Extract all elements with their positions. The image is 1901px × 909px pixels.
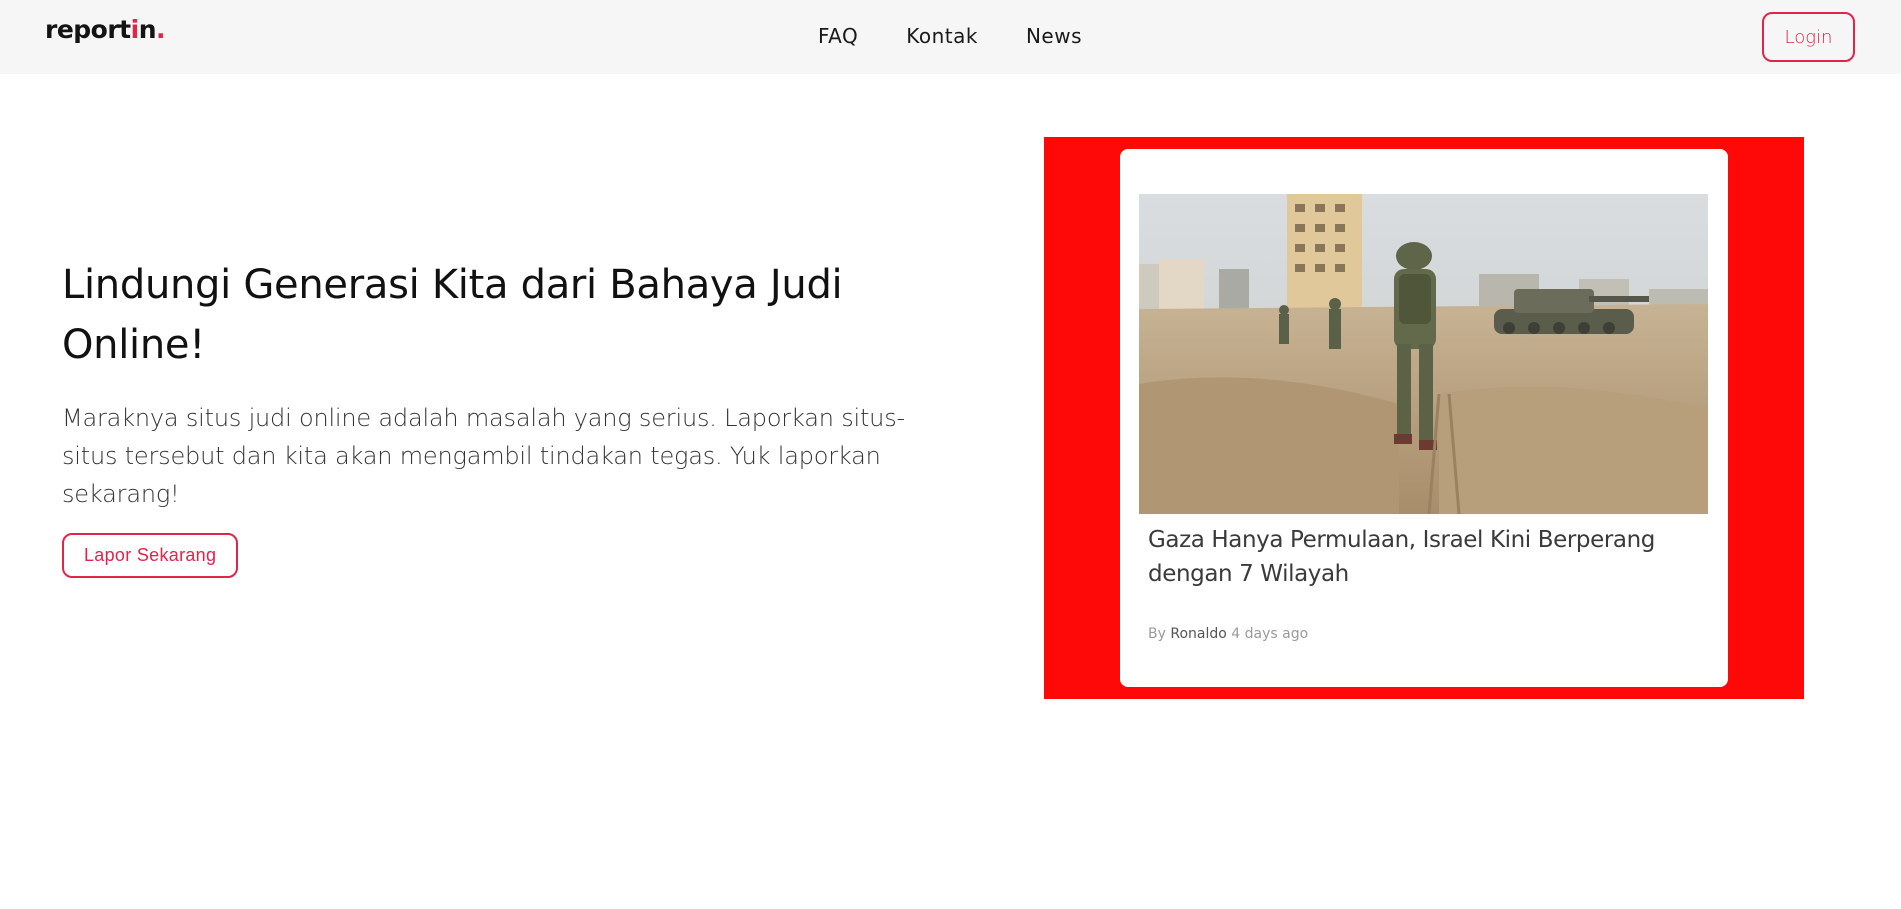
news-photo-soldiers-icon[interactable] xyxy=(1139,194,1708,514)
logo-dot: . xyxy=(156,15,166,44)
logo-text-n: n xyxy=(138,15,157,44)
site-logo[interactable]: reportin. xyxy=(45,15,166,44)
nav-link-news[interactable]: News xyxy=(1026,24,1082,50)
news-author[interactable]: Ronaldo xyxy=(1170,626,1226,642)
news-by-label: By xyxy=(1148,626,1166,642)
hero-description: Maraknya situs judi online adalah masala… xyxy=(62,404,905,508)
nav-link-faq[interactable]: FAQ xyxy=(818,24,858,50)
logo-text-report: report xyxy=(45,15,131,44)
report-now-button[interactable]: Lapor Sekarang xyxy=(62,533,239,578)
nav-link-kontak[interactable]: Kontak xyxy=(906,24,978,50)
news-panel: Gaza Hanya Permulaan, Israel Kini Berper… xyxy=(1044,137,1804,699)
logo-text-i: i xyxy=(130,15,140,44)
news-meta: By Ronaldo 4 days ago xyxy=(1148,626,1308,642)
login-button[interactable]: Login xyxy=(1762,12,1855,62)
news-title[interactable]: Gaza Hanya Permulaan, Israel Kini Berper… xyxy=(1148,523,1708,591)
hero-title: Lindungi Generasi Kita dari Bahaya Judi … xyxy=(62,262,843,368)
hero-section: Lindungi Generasi Kita dari Bahaya Judi … xyxy=(62,255,942,578)
navbar: reportin. FAQ Kontak News Login xyxy=(0,0,1901,74)
news-time-ago: 4 days ago xyxy=(1231,626,1309,642)
news-card[interactable]: Gaza Hanya Permulaan, Israel Kini Berper… xyxy=(1120,149,1728,687)
main-nav: FAQ Kontak News xyxy=(818,24,1082,50)
